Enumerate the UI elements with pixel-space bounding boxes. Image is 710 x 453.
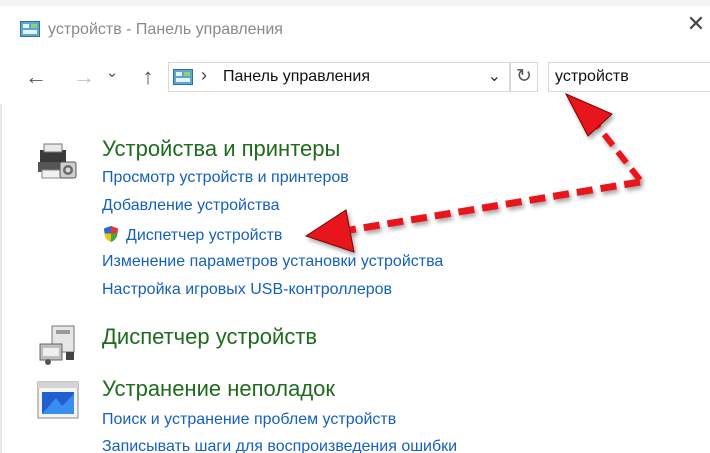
up-button[interactable]: ↑	[134, 62, 162, 92]
link-change-device-installation-settings[interactable]: Изменение параметров установки устройств…	[102, 253, 443, 271]
window-title: устройств - Панель управления	[48, 21, 283, 38]
address-bar[interactable]: › Панель управления ⌄	[168, 62, 510, 92]
group-heading-device-manager[interactable]: Диспетчер устройств	[102, 324, 317, 350]
control-panel-icon	[20, 21, 40, 37]
control-panel-icon	[173, 69, 193, 85]
shield-icon	[102, 225, 120, 243]
link-record-steps[interactable]: Записывать шаги для воспроизведения ошиб…	[102, 438, 457, 453]
title-bar: устройств - Панель управления ✕	[0, 6, 710, 50]
printer-icon	[36, 140, 80, 184]
recent-locations-button[interactable]: ⌄	[102, 58, 122, 88]
link-device-manager-label[interactable]: Диспетчер устройств	[126, 227, 282, 244]
link-device-manager[interactable]: Диспетчер устройств	[102, 225, 282, 245]
device-manager-icon	[36, 322, 80, 366]
chevron-down-icon[interactable]: ⌄	[488, 66, 501, 86]
breadcrumb-separator[interactable]: ›	[201, 65, 207, 86]
link-view-devices-printers[interactable]: Просмотр устройств и принтеров	[102, 169, 349, 187]
link-setup-usb-game-controllers[interactable]: Настройка игровых USB-контроллеров	[102, 281, 392, 299]
navigation-bar: ← → ⌄ ↑ › Панель управления ⌄ ↻	[0, 56, 710, 100]
back-button[interactable]: ←	[22, 62, 50, 92]
refresh-button[interactable]: ↻	[510, 62, 538, 92]
group-heading-devices-printers[interactable]: Устройства и принтеры	[102, 136, 340, 162]
close-button[interactable]: ✕	[682, 6, 710, 46]
link-add-device[interactable]: Добавление устройства	[102, 197, 280, 215]
forward-button[interactable]: →	[70, 62, 98, 92]
group-heading-troubleshooting[interactable]: Устранение неполадок	[102, 376, 335, 402]
search-input[interactable]	[555, 64, 705, 90]
search-box[interactable]	[548, 62, 710, 92]
breadcrumb[interactable]: Панель управления	[223, 68, 370, 86]
link-find-fix-device-problems[interactable]: Поиск и устранение проблем устройств	[102, 411, 396, 429]
troubleshooting-icon	[36, 378, 80, 422]
